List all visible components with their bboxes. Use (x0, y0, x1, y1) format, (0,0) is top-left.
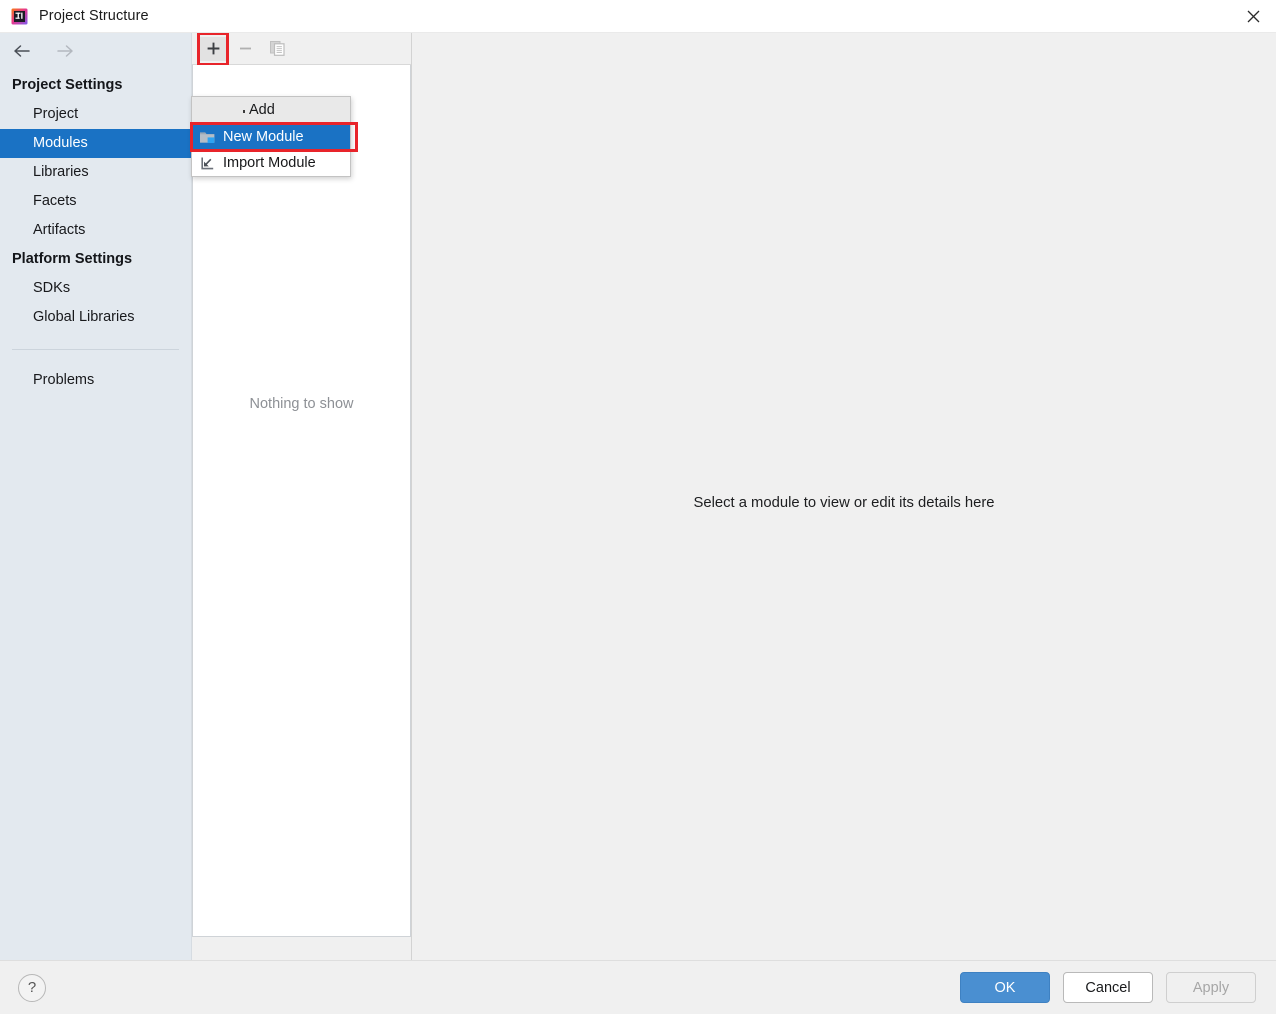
menu-item-import-module[interactable]: Import Module (192, 150, 350, 176)
bullet-icon (243, 110, 245, 113)
sidebar-divider (12, 349, 179, 350)
sidebar-list: Project Settings Project Modules Librari… (0, 69, 191, 395)
dialog-body: Project Settings Project Modules Librari… (0, 33, 1276, 960)
ok-button[interactable]: OK (960, 972, 1050, 1003)
help-button[interactable]: ? (18, 973, 46, 1002)
menu-item-import-module-label: Import Module (223, 155, 316, 171)
module-toolbar (192, 33, 411, 66)
project-structure-dialog: Project Structure Project Settings Proje… (0, 0, 1276, 1014)
add-menu-header-label: Add (249, 102, 275, 118)
window-title: Project Structure (39, 8, 149, 24)
menu-item-new-module-label: New Module (223, 129, 304, 145)
copy-module-button (264, 37, 290, 61)
import-icon (199, 155, 216, 172)
close-icon[interactable] (1230, 0, 1276, 33)
intellij-idea-icon (11, 8, 28, 25)
sidebar-item-sdks[interactable]: SDKs (0, 274, 191, 303)
sidebar-item-facets[interactable]: Facets (0, 187, 191, 216)
add-menu-popup: Add New Module Import Module (190, 96, 358, 177)
menu-item-new-module[interactable]: New Module (190, 122, 358, 152)
arrow-left-icon[interactable] (10, 40, 36, 62)
arrow-right-icon (52, 40, 78, 62)
title-bar: Project Structure (0, 0, 1276, 33)
folder-new-icon (199, 129, 216, 146)
apply-button: Apply (1166, 972, 1256, 1003)
sidebar-item-libraries[interactable]: Libraries (0, 158, 191, 187)
sidebar-group-project-settings: Project Settings (12, 77, 123, 93)
sidebar-item-modules[interactable]: Modules (0, 129, 191, 158)
cancel-button[interactable]: Cancel (1063, 972, 1153, 1003)
sidebar-item-project[interactable]: Project (0, 100, 191, 129)
dialog-footer: ? OK Cancel Apply (0, 960, 1276, 1014)
module-list-panel[interactable]: Nothing to show (192, 65, 411, 937)
settings-sidebar: Project Settings Project Modules Librari… (0, 33, 192, 960)
detail-placeholder-message: Select a module to view or edit its deta… (693, 495, 995, 511)
add-module-button[interactable] (197, 33, 229, 66)
navigation-row (0, 33, 191, 69)
sidebar-item-artifacts[interactable]: Artifacts (0, 216, 191, 245)
add-menu-header: Add (192, 97, 350, 124)
sidebar-group-platform-settings: Platform Settings (12, 251, 133, 267)
empty-state-text: Nothing to show (249, 396, 354, 412)
remove-module-button (232, 37, 258, 61)
sidebar-item-problems[interactable]: Problems (0, 366, 191, 395)
sidebar-item-global-libraries[interactable]: Global Libraries (0, 303, 191, 332)
module-detail-panel: Select a module to view or edit its deta… (411, 33, 1276, 960)
